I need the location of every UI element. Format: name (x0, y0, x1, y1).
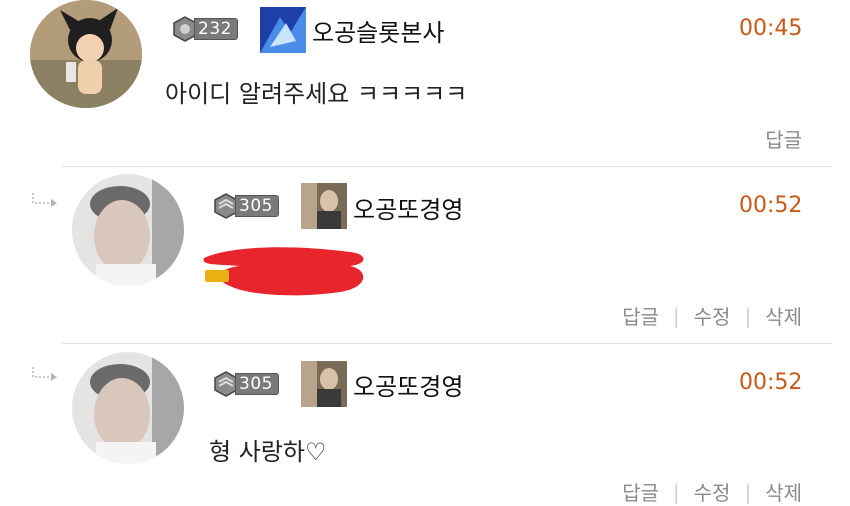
nickname[interactable]: 오공또경영 (353, 367, 463, 402)
edit-button[interactable]: 수정 (694, 301, 731, 330)
nickname[interactable]: 오공또경영 (353, 190, 463, 225)
level-badge: 305 (213, 371, 279, 397)
comment-time: 00:45 (739, 16, 803, 41)
action-separator: | (744, 303, 752, 328)
reply-button[interactable]: 답글 (622, 477, 659, 506)
level-badge: 232 (172, 16, 238, 42)
comment-time: 00:52 (739, 370, 803, 395)
reply-arrow-icon (32, 367, 57, 381)
reply-button[interactable]: 답글 (622, 301, 659, 330)
nickname-image (260, 7, 306, 53)
comment-actions: 답글 | 수정 | 삭제 (622, 301, 802, 330)
avatar[interactable] (72, 174, 184, 286)
comment-actions: 답글 (765, 124, 802, 153)
emoticon-icon (205, 270, 229, 282)
delete-button[interactable]: 삭제 (765, 477, 802, 506)
comment-item: 305 오공또경영 00:52 답글 | 수정 | 삭제 (0, 167, 850, 343)
edit-button[interactable]: 수정 (694, 477, 731, 506)
comment-item: 305 오공또경영 00:52 형 사랑하♡ 답글 | 수정 | 삭제 (0, 344, 850, 505)
level-number: 305 (235, 195, 279, 217)
reply-button[interactable]: 답글 (765, 124, 802, 153)
comment-actions: 답글 | 수정 | 삭제 (622, 477, 802, 506)
avatar[interactable] (72, 352, 184, 464)
comment-time: 00:52 (739, 193, 803, 218)
delete-button[interactable]: 삭제 (765, 301, 802, 330)
comment-text: 형 사랑하♡ (209, 438, 327, 466)
avatar[interactable] (30, 0, 142, 108)
level-badge: 305 (213, 193, 279, 219)
level-number: 232 (194, 18, 238, 40)
comment-text: 아이디 알려주세요 ㅋㅋㅋㅋㅋ (165, 80, 468, 108)
reply-arrow-icon (32, 193, 57, 207)
nickname[interactable]: 오공슬롯본사 (312, 13, 444, 48)
level-number: 305 (235, 373, 279, 395)
nickname-image (301, 361, 347, 407)
action-separator: | (672, 303, 680, 328)
nickname-image (301, 183, 347, 229)
comment-item: 232 오공슬롯본사 00:45 아이디 알려주세요 ㅋㅋㅋㅋㅋ 답글 (0, 0, 850, 166)
